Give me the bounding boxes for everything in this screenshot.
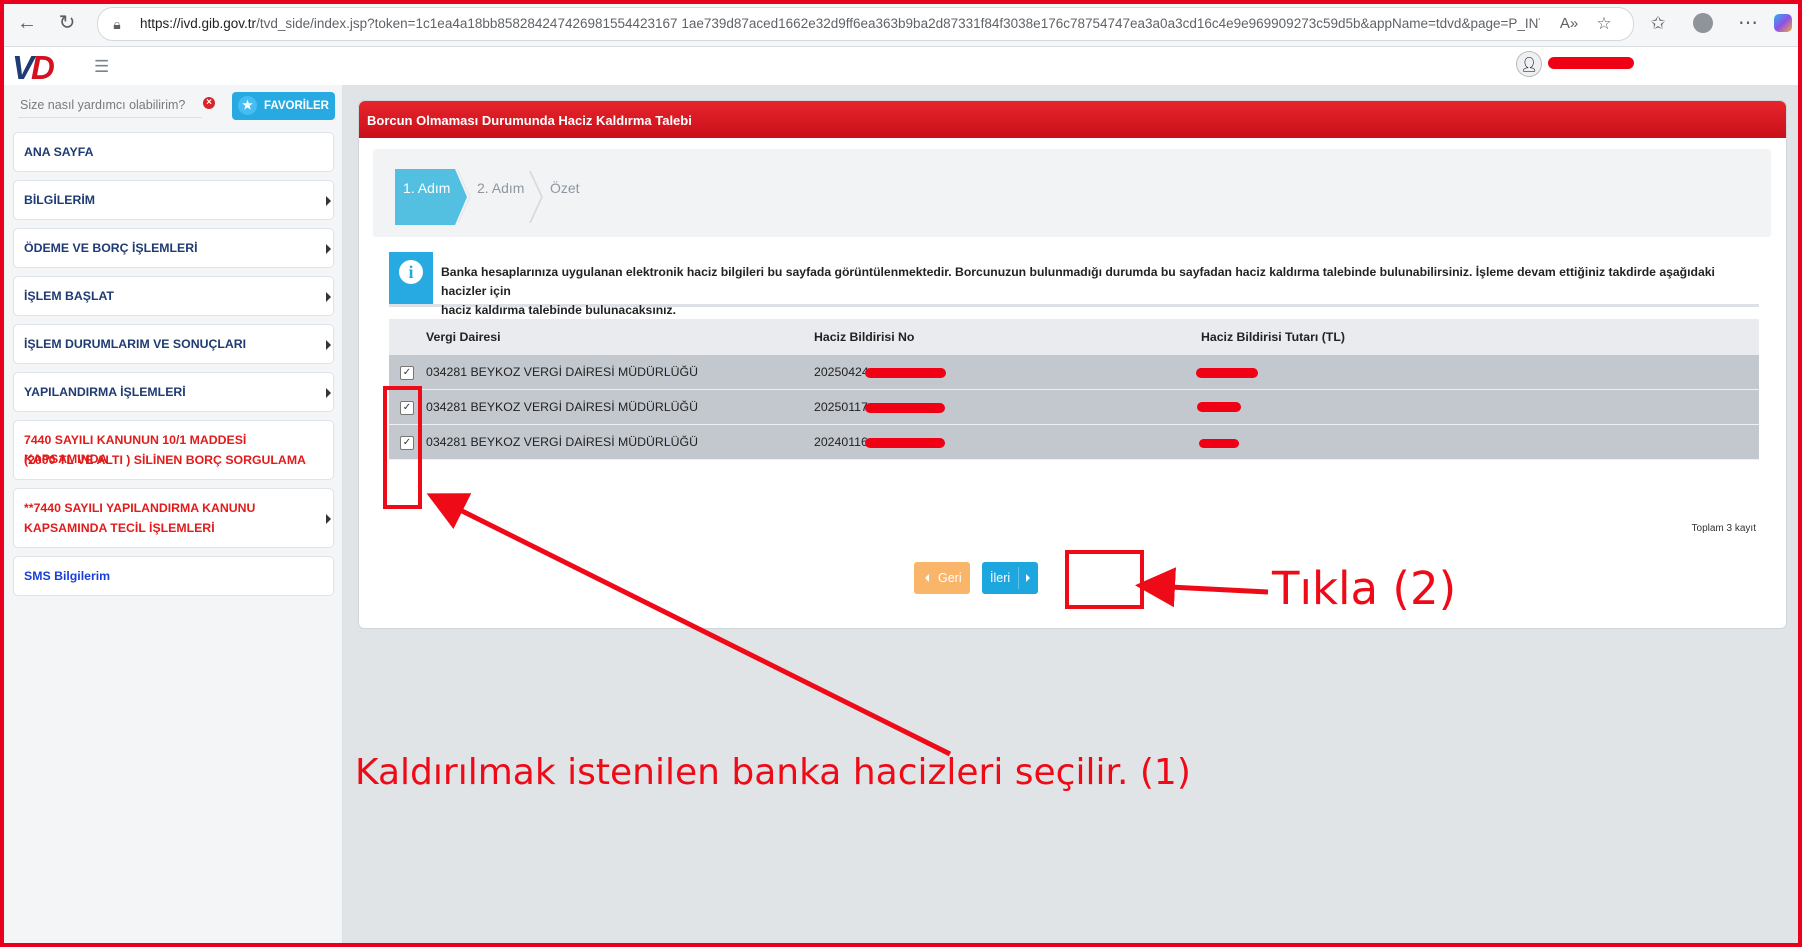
redacted-amount xyxy=(1196,368,1258,378)
table-row[interactable]: ✓ 034281 BEYKOZ VERGİ DAİRESİ MÜDÜRLÜĞÜ … xyxy=(389,355,1759,390)
redacted-number xyxy=(865,438,945,448)
row-checkbox[interactable]: ✓ xyxy=(400,366,414,380)
back-button[interactable]: Geri xyxy=(914,562,970,594)
chevron-left-icon xyxy=(925,574,929,582)
wizard-steps: 1. Adım 2. Adım Özet xyxy=(373,149,1771,237)
sidebar: × ★ FAVORİLER ANA SAYFA BİLGİLERİM ÖDEME… xyxy=(4,85,343,943)
chevron-right-icon xyxy=(326,340,331,350)
step-separator xyxy=(457,171,471,223)
annotation-checkbox-highlight xyxy=(383,386,422,509)
clear-search-icon[interactable]: × xyxy=(203,97,215,109)
favorites-list-icon[interactable]: ✩ xyxy=(1645,10,1671,36)
chevron-right-icon xyxy=(1026,574,1030,582)
search-input[interactable] xyxy=(18,93,202,118)
main-content: Borcun Olmaması Durumunda Haciz Kaldırma… xyxy=(343,85,1798,943)
table-row[interactable]: ✓ 034281 BEYKOZ VERGİ DAİRESİ MÜDÜRLÜĞÜ … xyxy=(389,425,1759,460)
chevron-right-icon xyxy=(326,292,331,302)
back-arrow-icon[interactable]: ← xyxy=(14,10,40,36)
step-1-active: 1. Adım xyxy=(395,169,455,225)
panel-header: Borcun Olmaması Durumunda Haciz Kaldırma… xyxy=(359,101,1786,138)
annotation-click-text: Tıkla (2) xyxy=(1272,562,1457,615)
sidebar-item-yapilandirma[interactable]: YAPILANDIRMA İŞLEMLERİ xyxy=(13,372,334,412)
sidebar-item-bilgilerim[interactable]: BİLGİLERİM xyxy=(13,180,334,220)
redacted-number xyxy=(865,403,945,413)
reload-icon[interactable]: ↻ xyxy=(54,10,80,36)
redacted-amount xyxy=(1197,402,1241,412)
annotation-select-text: Kaldırılmak istenilen banka hacizleri se… xyxy=(355,752,1191,793)
step-separator xyxy=(529,171,543,223)
redacted-amount xyxy=(1199,439,1239,448)
table-row[interactable]: ✓ 034281 BEYKOZ VERGİ DAİRESİ MÜDÜRLÜĞÜ … xyxy=(389,390,1759,425)
chevron-right-icon xyxy=(326,196,331,206)
sidebar-item-7440-silinen-borc[interactable]: 7440 SAYILI KANUNUN 10/1 MADDESİ KAPSAMI… xyxy=(13,420,334,480)
profile-icon[interactable] xyxy=(1690,10,1716,36)
sidebar-item-7440-tecil[interactable]: **7440 SAYILI YAPILANDIRMA KANUNU KAPSAM… xyxy=(13,488,334,548)
next-button[interactable]: İleri xyxy=(982,562,1038,594)
ivd-logo[interactable]: VD xyxy=(12,49,55,87)
favorite-star-icon[interactable]: ☆ xyxy=(1591,11,1617,37)
sidebar-item-ana-sayfa[interactable]: ANA SAYFA xyxy=(13,132,334,172)
chevron-right-icon xyxy=(326,388,331,398)
step-summary: Özet xyxy=(550,180,580,196)
lock-icon[interactable]: 🔒︎ xyxy=(104,11,130,37)
read-aloud-icon[interactable]: A» xyxy=(1556,11,1582,37)
sidebar-item-odeme-borc[interactable]: ÖDEME VE BORÇ İŞLEMLERİ xyxy=(13,228,334,268)
sidebar-item-sms-bilgilerim[interactable]: SMS Bilgilerim xyxy=(13,556,334,596)
user-icon[interactable]: 👤︎ xyxy=(1516,51,1542,77)
redacted-number xyxy=(865,368,946,378)
annotation-next-highlight xyxy=(1065,550,1144,609)
copilot-icon[interactable] xyxy=(1770,10,1796,36)
more-options-icon[interactable]: ⋯ xyxy=(1735,10,1761,36)
step-2: 2. Adım xyxy=(477,180,525,196)
star-icon: ★ xyxy=(238,96,257,115)
page-title: Borcun Olmaması Durumunda Haciz Kaldırma… xyxy=(367,113,692,128)
browser-toolbar: ← ↻ 🔒︎ https://ivd.gib.gov.tr/tvd_side/i… xyxy=(0,0,1802,47)
address-bar[interactable]: 🔒︎ https://ivd.gib.gov.tr/tvd_side/index… xyxy=(97,7,1634,41)
menu-toggle-icon[interactable]: ☰ xyxy=(94,57,109,77)
info-icon: i xyxy=(399,260,423,284)
app-header: VD ☰ 👤︎ xyxy=(4,47,1798,87)
favorites-button[interactable]: ★ FAVORİLER xyxy=(232,92,335,120)
redacted-username xyxy=(1548,57,1634,69)
info-message: i Banka hesaplarınıza uygulanan elektron… xyxy=(389,252,1759,317)
url-text: https://ivd.gib.gov.tr/tvd_side/index.js… xyxy=(140,16,1540,31)
sidebar-item-islem-baslat[interactable]: İŞLEM BAŞLAT xyxy=(13,276,334,316)
chevron-right-icon xyxy=(326,244,331,254)
record-count: Toplam 3 kayıt xyxy=(1691,523,1756,534)
table-header: Vergi Dairesi Haciz Bildirisi No Haciz B… xyxy=(389,319,1759,355)
sidebar-item-islem-durumlarim[interactable]: İŞLEM DURUMLARIM VE SONUÇLARI xyxy=(13,324,334,364)
chevron-right-icon xyxy=(326,514,331,524)
